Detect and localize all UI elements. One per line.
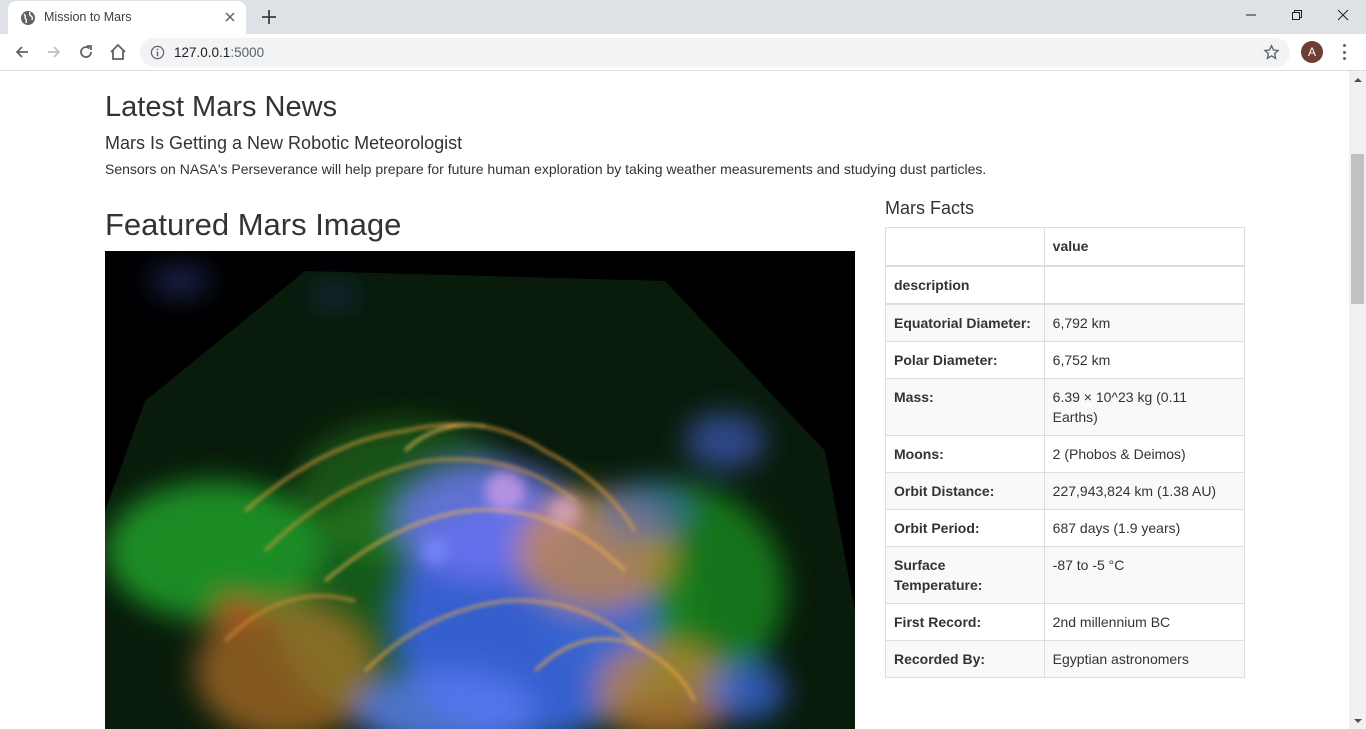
back-button[interactable] xyxy=(10,40,34,64)
arrow-right-icon xyxy=(48,46,61,58)
tab-title: Mission to Mars xyxy=(44,10,132,24)
table-row: Surface Temperature: -87 to -5 °C xyxy=(885,545,1246,604)
supernova-remnant-image xyxy=(105,251,855,729)
close-window-button[interactable] xyxy=(1320,0,1366,30)
more-menu-icon[interactable] xyxy=(1336,42,1352,62)
info-icon[interactable] xyxy=(150,45,165,60)
page-viewport: Latest Mars News Mars Is Getting a New R… xyxy=(0,71,1366,729)
table-header-blank xyxy=(885,227,1045,267)
fact-label: Polar Diameter: xyxy=(885,340,1045,379)
fact-label: Mass: xyxy=(885,377,1045,436)
facts-heading: Mars Facts xyxy=(885,198,975,218)
fact-value: 6,792 km xyxy=(1043,303,1246,342)
close-icon xyxy=(1337,9,1349,21)
reload-icon xyxy=(80,45,92,58)
fact-label: First Record: xyxy=(885,602,1045,641)
fact-value: 687 days (1.9 years) xyxy=(1043,508,1246,547)
fact-value: Egyptian astronomers xyxy=(1043,639,1246,678)
table-index-empty xyxy=(1043,265,1246,305)
globe-icon xyxy=(21,11,35,25)
table-row: Orbit Distance: 227,943,824 km (1.38 AU) xyxy=(885,471,1246,510)
forward-button[interactable] xyxy=(42,40,66,64)
profile-avatar[interactable]: A xyxy=(1301,41,1323,63)
tab-strip: Mission to Mars xyxy=(0,0,1366,34)
restore-icon xyxy=(1292,10,1302,20)
table-header-row: value xyxy=(885,227,1246,267)
minimize-icon xyxy=(1246,14,1256,16)
news-title: Mars Is Getting a New Robotic Meteorolog… xyxy=(105,133,463,153)
fact-value: 6,752 km xyxy=(1043,340,1246,379)
reload-button[interactable] xyxy=(74,40,98,64)
mars-facts-table: value description Equatorial Diameter: 6… xyxy=(885,227,1246,678)
table-index-label: description xyxy=(885,265,1045,305)
minimize-button[interactable] xyxy=(1228,0,1274,30)
url-text: 127.0.0.1:5000 xyxy=(174,45,264,60)
url-host: 127.0.0.1 xyxy=(174,45,231,60)
table-row: Equatorial Diameter: 6,792 km xyxy=(885,303,1246,342)
fact-label: Orbit Distance: xyxy=(885,471,1045,510)
featured-image xyxy=(105,251,855,729)
news-heading: Latest Mars News xyxy=(105,91,338,123)
fact-value: -87 to -5 °C xyxy=(1043,545,1246,604)
page-scrollbar[interactable] xyxy=(1349,71,1366,729)
arrow-left-icon xyxy=(15,46,28,58)
featured-heading: Featured Mars Image xyxy=(105,207,402,242)
table-header-value: value xyxy=(1043,227,1246,267)
browser-tab[interactable]: Mission to Mars xyxy=(8,1,246,34)
news-paragraph: Sensors on NASA's Perseverance will help… xyxy=(105,161,987,177)
new-tab-icon[interactable] xyxy=(258,6,280,28)
table-row: Mass: 6.39 × 10^23 kg (0.11 Earths) xyxy=(885,377,1246,436)
scroll-up-arrow-icon[interactable] xyxy=(1349,71,1366,88)
address-bar[interactable]: 127.0.0.1:5000 xyxy=(140,38,1290,67)
restore-button[interactable] xyxy=(1274,0,1320,30)
url-port: :5000 xyxy=(230,45,265,60)
table-index-row: description xyxy=(885,265,1246,305)
home-button[interactable] xyxy=(106,40,130,64)
scrollbar-thumb[interactable] xyxy=(1351,154,1364,304)
fact-value: 2 (Phobos & Deimos) xyxy=(1043,434,1246,473)
fact-label: Orbit Period: xyxy=(885,508,1045,547)
fact-label: Equatorial Diameter: xyxy=(885,303,1045,342)
fact-value: 227,943,824 km (1.38 AU) xyxy=(1043,471,1246,510)
home-icon xyxy=(110,43,126,60)
scroll-down-arrow-icon[interactable] xyxy=(1349,712,1366,729)
fact-value: 2nd millennium BC xyxy=(1043,602,1246,641)
table-row: First Record: 2nd millennium BC xyxy=(885,602,1246,641)
fact-label: Moons: xyxy=(885,434,1045,473)
close-tab-icon[interactable] xyxy=(222,9,238,25)
table-row: Orbit Period: 687 days (1.9 years) xyxy=(885,508,1246,547)
table-row: Moons: 2 (Phobos & Deimos) xyxy=(885,434,1246,473)
table-row: Recorded By: Egyptian astronomers xyxy=(885,639,1246,678)
fact-label: Recorded By: xyxy=(885,639,1045,678)
fact-value: 6.39 × 10^23 kg (0.11 Earths) xyxy=(1043,377,1246,436)
star-icon[interactable] xyxy=(1263,44,1280,61)
table-row: Polar Diameter: 6,752 km xyxy=(885,340,1246,379)
fact-label: Surface Temperature: xyxy=(885,545,1045,604)
browser-toolbar: 127.0.0.1:5000 A xyxy=(0,34,1366,71)
